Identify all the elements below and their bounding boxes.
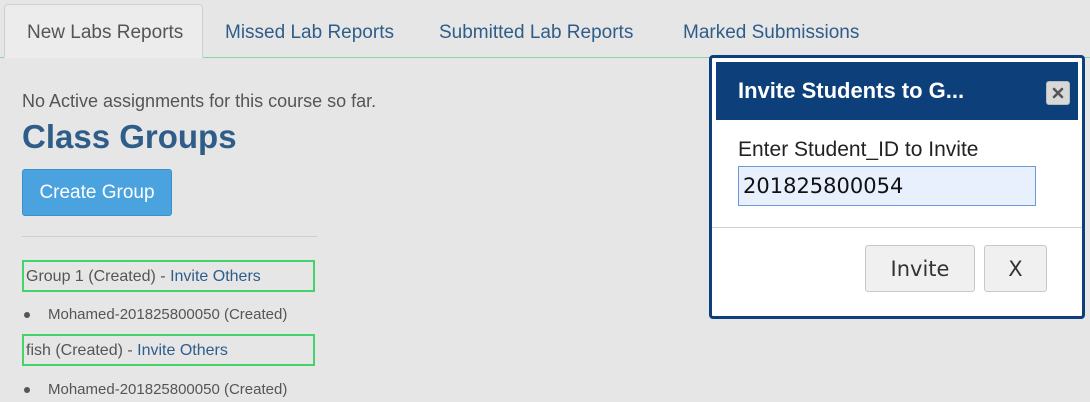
close-x-icon [1052,87,1064,99]
invite-students-dialog: Invite Students to G... Enter Student_ID… [709,55,1085,319]
tab-submitted-lab-reports[interactable]: Submitted Lab Reports [417,10,655,56]
dialog-title: Invite Students to G... [738,78,965,103]
group-name: Group 1 (Created) - [26,268,171,285]
page-title: Class Groups [22,118,237,155]
group-item-group-1: Group 1 (Created) - Invite Others [22,260,315,292]
invite-others-link[interactable]: Invite Others [137,342,228,359]
member-label: Mohamed-201825800050 (Created) [48,306,288,323]
close-icon[interactable] [1046,81,1070,105]
tab-marked-submissions[interactable]: Marked Submissions [661,10,881,56]
group-item-fish: fish (Created) - Invite Others [22,334,315,366]
bullet-icon [24,387,30,394]
invite-button[interactable]: Invite [865,245,975,292]
dialog-header: Invite Students to G... [716,62,1078,120]
group-member: Mohamed-201825800050 (Created) [24,381,287,398]
divider [22,236,317,237]
dialog-divider [712,227,1082,228]
create-group-button[interactable]: Create Group [22,169,172,216]
cancel-button[interactable]: X [984,245,1047,292]
group-name: fish (Created) - [26,342,138,359]
tab-missed-lab-reports[interactable]: Missed Lab Reports [203,10,416,56]
tab-new-labs-reports[interactable]: New Labs Reports [4,4,203,58]
invite-others-link[interactable]: Invite Others [170,268,261,285]
student-id-input[interactable] [738,166,1036,206]
tab-bar: New Labs Reports Missed Lab Reports Subm… [0,0,1090,58]
group-member: Mohamed-201825800050 (Created) [24,306,287,323]
bullet-icon [24,312,30,319]
no-assignments-message: No Active assignments for this course so… [22,91,377,111]
member-label: Mohamed-201825800050 (Created) [48,381,288,398]
student-id-label: Enter Student_ID to Invite [738,138,979,161]
